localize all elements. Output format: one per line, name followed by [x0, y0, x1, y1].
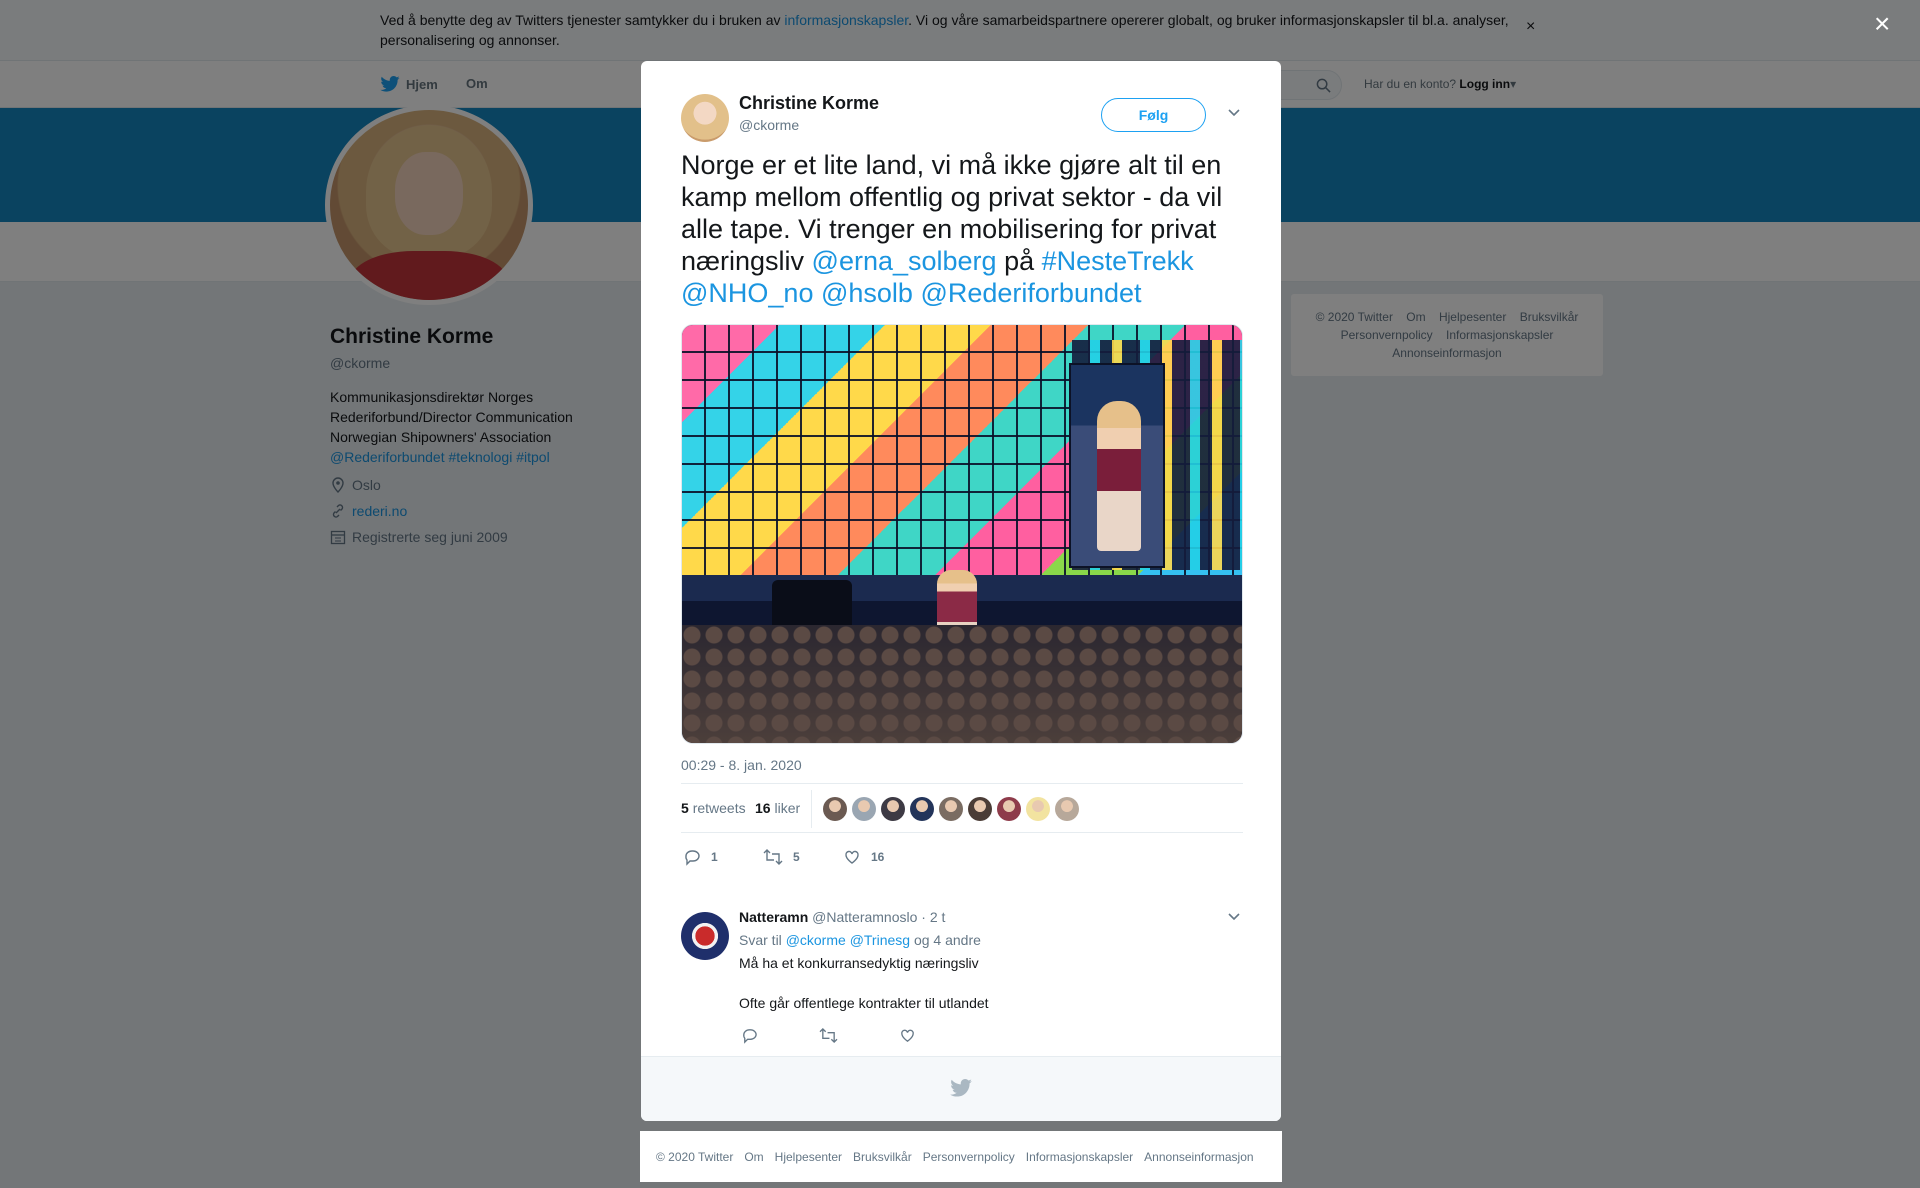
retweet-count: 5: [793, 850, 800, 864]
liker-avatar[interactable]: [823, 797, 847, 821]
like-action[interactable]: 16: [843, 848, 884, 866]
page-footer: © 2020 Twitter Om Hjelpesenter Bruksvilk…: [640, 1131, 1282, 1182]
tweet-timestamp[interactable]: 00:29 - 8. jan. 2020: [681, 757, 802, 773]
tweet-header: Christine Korme @ckorme Følg: [681, 92, 1241, 142]
liker-avatars: [823, 797, 1079, 821]
reply-header: Natteramn @Natteramnoslo · 2 t: [739, 909, 945, 925]
reply-time[interactable]: · 2 t: [921, 909, 945, 925]
reply-to-mention[interactable]: @Trinesg: [850, 932, 910, 948]
photo-video-screen: [1069, 363, 1165, 568]
reply-to-label: Svar til: [739, 932, 782, 948]
tweet-avatar[interactable]: [681, 94, 729, 142]
heart-icon[interactable]: [899, 1027, 916, 1044]
reply-author-name[interactable]: Natteramn: [739, 909, 808, 925]
tweet-menu-chevron-down-icon[interactable]: [1227, 105, 1241, 123]
photo-audience: [682, 625, 1242, 743]
liker-avatar[interactable]: [910, 797, 934, 821]
likes-label: liker: [774, 800, 801, 816]
tweet-mention-link[interactable]: @Rederiforbundet: [920, 278, 1141, 308]
tweet-text-connector: på: [996, 246, 1042, 276]
tweet-author-handle[interactable]: @ckorme: [739, 117, 799, 133]
heart-icon: [845, 850, 859, 864]
footer-about-link[interactable]: Om: [744, 1150, 763, 1164]
retweets-count: 5: [681, 800, 689, 816]
twitter-bird-icon: [950, 1079, 972, 1097]
liker-avatar[interactable]: [1055, 797, 1079, 821]
footer-privacy-link[interactable]: Personvernpolicy: [923, 1150, 1015, 1164]
reply-count: 1: [711, 850, 718, 864]
reply-to-mention[interactable]: @ckorme: [786, 932, 846, 948]
footer-copyright: © 2020 Twitter: [656, 1149, 734, 1164]
footer-ads-link[interactable]: Annonseinformasjon: [1144, 1150, 1253, 1164]
tweet-stats: 5 retweets 16 liker: [681, 783, 1243, 833]
tweet-text: Norge er et lite land, vi må ikke gjøre …: [681, 149, 1251, 309]
stats-divider: [811, 790, 812, 828]
reply-actions: [739, 1027, 939, 1047]
footer-cookies-link[interactable]: Informasjonskapsler: [1026, 1150, 1133, 1164]
modal-bottom-bar: [641, 1056, 1281, 1121]
liker-avatar[interactable]: [881, 797, 905, 821]
reply-author-handle[interactable]: @Natteramnoslo: [812, 909, 917, 925]
like-count: 16: [871, 850, 885, 864]
close-icon[interactable]: ×: [1874, 10, 1890, 38]
liker-avatar[interactable]: [997, 797, 1021, 821]
retweets-stat[interactable]: 5 retweets: [681, 800, 746, 816]
footer-help-link[interactable]: Hjelpesenter: [775, 1150, 842, 1164]
photo-screen-speaker: [1097, 401, 1141, 551]
reply-text-line-1: Må ha et konkurransedyktig næringsliv: [739, 955, 979, 971]
retweet-icon[interactable]: [819, 1027, 838, 1044]
likes-stat[interactable]: 16 liker: [755, 800, 800, 816]
tweet-mention-link[interactable]: @erna_solberg: [812, 246, 997, 276]
reply-avatar[interactable]: [681, 912, 729, 960]
reply-text-line-2: Ofte går offentlege kontrakter til utlan…: [739, 995, 989, 1011]
tweet-modal: Christine Korme @ckorme Følg Norge er et…: [641, 61, 1281, 1121]
tweet-actions: 1 5 16: [681, 848, 981, 872]
reply-to-line: Svar til @ckorme @Trinesg og 4 andre: [739, 932, 981, 948]
liker-avatar[interactable]: [1026, 797, 1050, 821]
reply-icon: [685, 850, 700, 866]
retweet-action[interactable]: 5: [763, 848, 800, 866]
tweet-photo[interactable]: [681, 324, 1243, 744]
footer-terms-link[interactable]: Bruksvilkår: [853, 1150, 912, 1164]
tweet-hashtag-link[interactable]: #NesteTrekk: [1042, 246, 1194, 276]
retweets-label: retweets: [692, 800, 746, 816]
liker-avatar[interactable]: [968, 797, 992, 821]
tweet-mention-link[interactable]: @NHO_no: [681, 278, 813, 308]
tweet-mention-link[interactable]: @hsolb: [821, 278, 913, 308]
follow-button[interactable]: Følg: [1101, 98, 1206, 132]
retweet-icon: [763, 849, 783, 865]
photo-camera: [772, 580, 852, 630]
liker-avatar[interactable]: [852, 797, 876, 821]
liker-avatar[interactable]: [939, 797, 963, 821]
reply-menu-chevron-down-icon[interactable]: [1227, 909, 1241, 927]
likes-count: 16: [755, 800, 771, 816]
reply-icon[interactable]: [741, 1027, 758, 1044]
reply-action[interactable]: 1: [683, 848, 718, 866]
reply-to-more[interactable]: og 4 andre: [914, 932, 981, 948]
tweet-author-name[interactable]: Christine Korme: [739, 93, 879, 114]
